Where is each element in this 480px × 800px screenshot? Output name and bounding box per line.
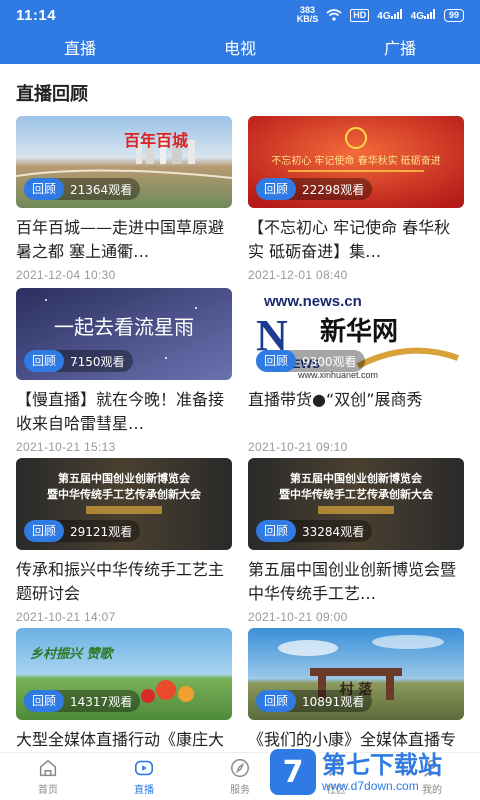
thumbnail: www.news.cn N 新华网 NEWS www.xinhuanet.com…	[248, 288, 464, 380]
top-tab-bar: 直播 电视 广播	[0, 30, 480, 64]
thumbnail: 不忘初心 牢记使命 春华秋实 砥砺奋进 回顾 22298观看	[248, 116, 464, 208]
views-badge: 回顾 10891观看	[256, 690, 373, 712]
views-badge: 回顾 29121观看	[24, 520, 141, 542]
signal-icon-2: 4G	[411, 8, 436, 22]
tv-icon	[134, 760, 154, 776]
thumbnail-caption: 一起去看流星雨	[54, 315, 194, 339]
card-title: 传承和振兴中华传统手工艺主题研讨会	[16, 560, 225, 603]
replay-card[interactable]: 一起去看流星雨 回顾 7150观看 【慢直播】就在今晚！准备接收来自哈雷彗星… 2…	[16, 288, 232, 454]
nav-live[interactable]: 直播	[96, 757, 192, 796]
compass-icon	[231, 759, 249, 777]
card-date: 2021-12-01 08:40	[248, 268, 348, 282]
view-count: 14317观看	[70, 694, 133, 709]
view-count: 22298观看	[302, 182, 365, 197]
replay-card[interactable]: 第五届中国创业创新博览会 暨中华传统手工艺传承创新大会 回顾 29121观看 传承…	[16, 458, 232, 624]
thumbnail: 乡村振兴 赞歌 回顾 14317观看	[16, 628, 232, 720]
nav-label: 直播	[134, 785, 154, 796]
signal-icon-1: 4G	[377, 8, 402, 22]
watermark-logo: 7	[270, 749, 316, 795]
thumbnail: 第五届中国创业创新博览会 暨中华传统手工艺传承创新大会 回顾 33284观看	[248, 458, 464, 550]
replay-card[interactable]: www.news.cn N 新华网 NEWS www.xinhuanet.com…	[248, 288, 464, 454]
view-count: 29121观看	[70, 524, 133, 539]
battery-icon: 99	[443, 8, 464, 22]
thumbnail-subcaption: 暨中华传统手工艺传承创新大会	[47, 487, 202, 501]
replay-tag: 回顾	[24, 520, 65, 542]
views-badge: 回顾 9300观看	[256, 350, 365, 372]
views-badge: 回顾 22298观看	[256, 178, 373, 200]
view-count: 10891观看	[302, 694, 365, 709]
views-badge: 回顾 7150观看	[24, 350, 133, 372]
replay-card[interactable]: 乡村振兴 赞歌 回顾 14317观看 大型全媒体直播行动《康庄大道》自治区专…	[16, 628, 232, 752]
card-date: 2021-10-21 15:13	[16, 440, 116, 454]
card-date: 2021-10-21 14:07	[16, 610, 116, 624]
thumbnail: 百年百城 回顾 21364观看	[16, 116, 232, 208]
card-date: 2021-12-04 10:30	[16, 268, 116, 282]
hd-badge: HD	[350, 8, 370, 22]
views-badge: 回顾 33284观看	[256, 520, 373, 542]
watermark-url: www.d7down.com	[322, 779, 419, 793]
replay-tag: 回顾	[256, 690, 297, 712]
home-icon	[39, 759, 57, 777]
wifi-icon	[326, 9, 342, 21]
replay-card[interactable]: 村 落 回顾10891观看 《我们的小康》全媒体直播专辑篇	[248, 628, 464, 752]
views-badge: 回顾 21364观看	[24, 178, 141, 200]
card-title: 百年百城——走进中国草原避暑之都 塞上通衢…	[16, 218, 225, 261]
replay-tag: 回顾	[256, 520, 297, 542]
clock: 11:14	[16, 6, 57, 24]
views-badge: 回顾 14317观看	[24, 690, 141, 712]
card-title: 直播带货●“双创”展商秀	[248, 390, 423, 409]
tab-radio[interactable]: 广播	[321, 35, 479, 59]
card-date: 2021-10-21 09:00	[248, 610, 348, 624]
replay-card[interactable]: 不忘初心 牢记使命 春华秋实 砥砺奋进 回顾 22298观看 【不忘初心 牢记使命…	[248, 116, 464, 282]
thumbnail: 村 落 回顾 10891观看	[248, 628, 464, 720]
tab-tv[interactable]: 电视	[161, 35, 319, 59]
tab-live[interactable]: 直播	[1, 35, 159, 59]
replay-tag: 回顾	[256, 350, 297, 372]
replay-tag: 回顾	[24, 690, 65, 712]
view-count: 9300观看	[302, 354, 357, 369]
thumbnail-caption: 乡村振兴 赞歌	[30, 646, 115, 662]
thumbnail-url: www.news.cn	[263, 293, 362, 310]
replay-tag: 回顾	[256, 178, 297, 200]
thumbnail-brand: 新华网	[320, 316, 398, 347]
replay-card[interactable]: 第五届中国创业创新博览会 暨中华传统手工艺传承创新大会 回顾 33284观看 第五…	[248, 458, 464, 624]
replay-tag: 回顾	[24, 178, 65, 200]
view-count: 33284观看	[302, 524, 365, 539]
view-count: 21364观看	[70, 182, 133, 197]
status-icons: 383 KB/S HD 4G 4G 99	[297, 6, 464, 24]
replay-card[interactable]: 百年百城 回顾 21364观看 百年百城——走进中国草原避暑之都 塞上通衢… 20…	[16, 116, 232, 282]
status-bar: 11:14 383 KB/S HD 4G 4G 99	[0, 0, 480, 30]
thumbnail-caption: 第五届中国创业创新博览会	[58, 471, 191, 485]
nav-home[interactable]: 首页	[0, 757, 96, 796]
thumbnail: 第五届中国创业创新博览会 暨中华传统手工艺传承创新大会 回顾 29121观看	[16, 458, 232, 550]
card-title: 【不忘初心 牢记使命 春华秋实 砥砺奋进】集…	[248, 218, 451, 261]
replay-list: 直播回顾 百年百城 回顾 21364观看 百年百城——走进中国草原避暑之都 塞上通…	[0, 64, 480, 752]
thumbnail-caption: 不忘初心 牢记使命 春华秋实 砥砺奋进	[271, 154, 441, 167]
thumbnail-caption: 第五届中国创业创新博览会	[290, 471, 423, 485]
card-title: 大型全媒体直播行动《康庄大道》自治区专…	[16, 730, 225, 749]
thumbnail-caption: 百年百城	[124, 131, 188, 150]
view-count: 7150观看	[70, 354, 125, 369]
section-title: 直播回顾	[16, 84, 88, 105]
card-title: 【慢直播】就在今晚！准备接收来自哈雷彗星…	[16, 390, 225, 433]
card-date: 2021-10-21 09:10	[248, 440, 348, 454]
network-speed: 383 KB/S	[296, 5, 319, 24]
thumbnail-subcaption: 暨中华传统手工艺传承创新大会	[279, 487, 434, 501]
replay-tag: 回顾	[24, 350, 65, 372]
nav-label: 首页	[38, 785, 58, 796]
nav-label: 服务	[230, 785, 250, 796]
thumbnail: 一起去看流星雨 回顾 7150观看	[16, 288, 232, 380]
site-watermark: 7 第七下载站 www.d7down.com	[270, 744, 480, 800]
watermark-name: 第七下载站	[322, 751, 442, 779]
card-title: 第五届中国创业创新博览会暨中华传统手工艺…	[248, 560, 457, 603]
